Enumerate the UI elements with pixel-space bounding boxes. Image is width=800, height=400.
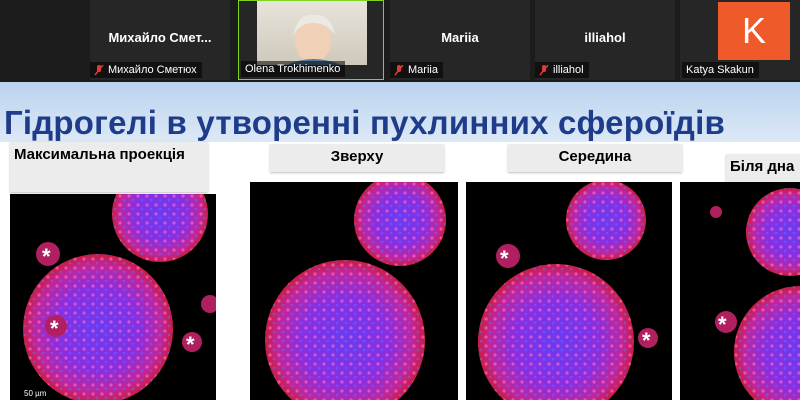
spheroid-image <box>478 182 658 400</box>
micrograph-bottom: * <box>680 182 800 400</box>
participant-strip: Михайло Смет... Михайло Сметюх Olena Tro… <box>0 0 800 82</box>
panel-label-bottom: Біля дна <box>726 154 800 182</box>
avatar: K <box>718 2 790 60</box>
panel-label-middle: Середина <box>508 144 682 172</box>
participant-caption-text: illiahol <box>553 64 584 76</box>
participant-name: illiahol <box>584 30 626 45</box>
spheroid-image <box>23 194 216 400</box>
spheroid-image <box>710 188 800 400</box>
person-video-image <box>287 14 341 65</box>
participant-tile-olena[interactable]: Olena Trokhimenko <box>238 0 384 80</box>
micrograph-max-projection: * * * 50 µm <box>10 194 216 400</box>
muted-mic-icon <box>394 64 404 76</box>
participant-caption: illiahol <box>535 62 589 78</box>
muted-mic-icon <box>539 64 549 76</box>
participant-tile-mariia[interactable]: Mariia Mariia <box>390 0 530 80</box>
scale-bar-label: 50 µm <box>24 389 47 398</box>
spheroid-image <box>265 182 446 400</box>
slide-title-bar: Гідрогелі в утворенні пухлинних сфероїді… <box>0 82 800 142</box>
shared-slide: Гідрогелі в утворенні пухлинних сфероїді… <box>0 82 800 400</box>
participant-name: Mariia <box>441 30 479 45</box>
marker-star: * <box>642 328 651 353</box>
participant-caption: Mariia <box>390 62 443 78</box>
micrograph-middle: * * <box>466 182 672 400</box>
participant-tile-mykhailo[interactable]: Михайло Смет... Михайло Сметюх <box>90 0 230 80</box>
participant-tile-illiahol[interactable]: illiahol illiahol <box>535 0 675 80</box>
marker-star: * <box>50 316 59 341</box>
marker-star: * <box>500 246 509 271</box>
participant-caption-text: Михайло Сметюх <box>108 64 197 76</box>
marker-star: * <box>42 244 51 269</box>
participant-name: Михайло Смет... <box>108 30 212 45</box>
panel-label-max-projection: Максимальна проекція <box>10 142 208 192</box>
participant-caption-text: Olena Trokhimenko <box>245 63 341 75</box>
participant-caption: Михайло Сметюх <box>90 62 202 78</box>
participant-caption-text: Mariia <box>408 64 438 76</box>
muted-mic-icon <box>94 64 104 76</box>
participant-caption: Katya Skakun <box>682 62 759 78</box>
participant-caption: Olena Trokhimenko <box>241 61 346 77</box>
panel-label-top: Зверху <box>270 144 444 172</box>
participant-tile-katya[interactable]: K Katya Skakun <box>680 0 800 80</box>
marker-star: * <box>718 312 727 337</box>
webcam-feed <box>257 1 367 65</box>
micrograph-top <box>250 182 458 400</box>
marker-star: * <box>186 332 195 357</box>
participant-caption-text: Katya Skakun <box>686 64 754 76</box>
slide-title: Гідрогелі в утворенні пухлинних сфероїді… <box>4 104 725 141</box>
